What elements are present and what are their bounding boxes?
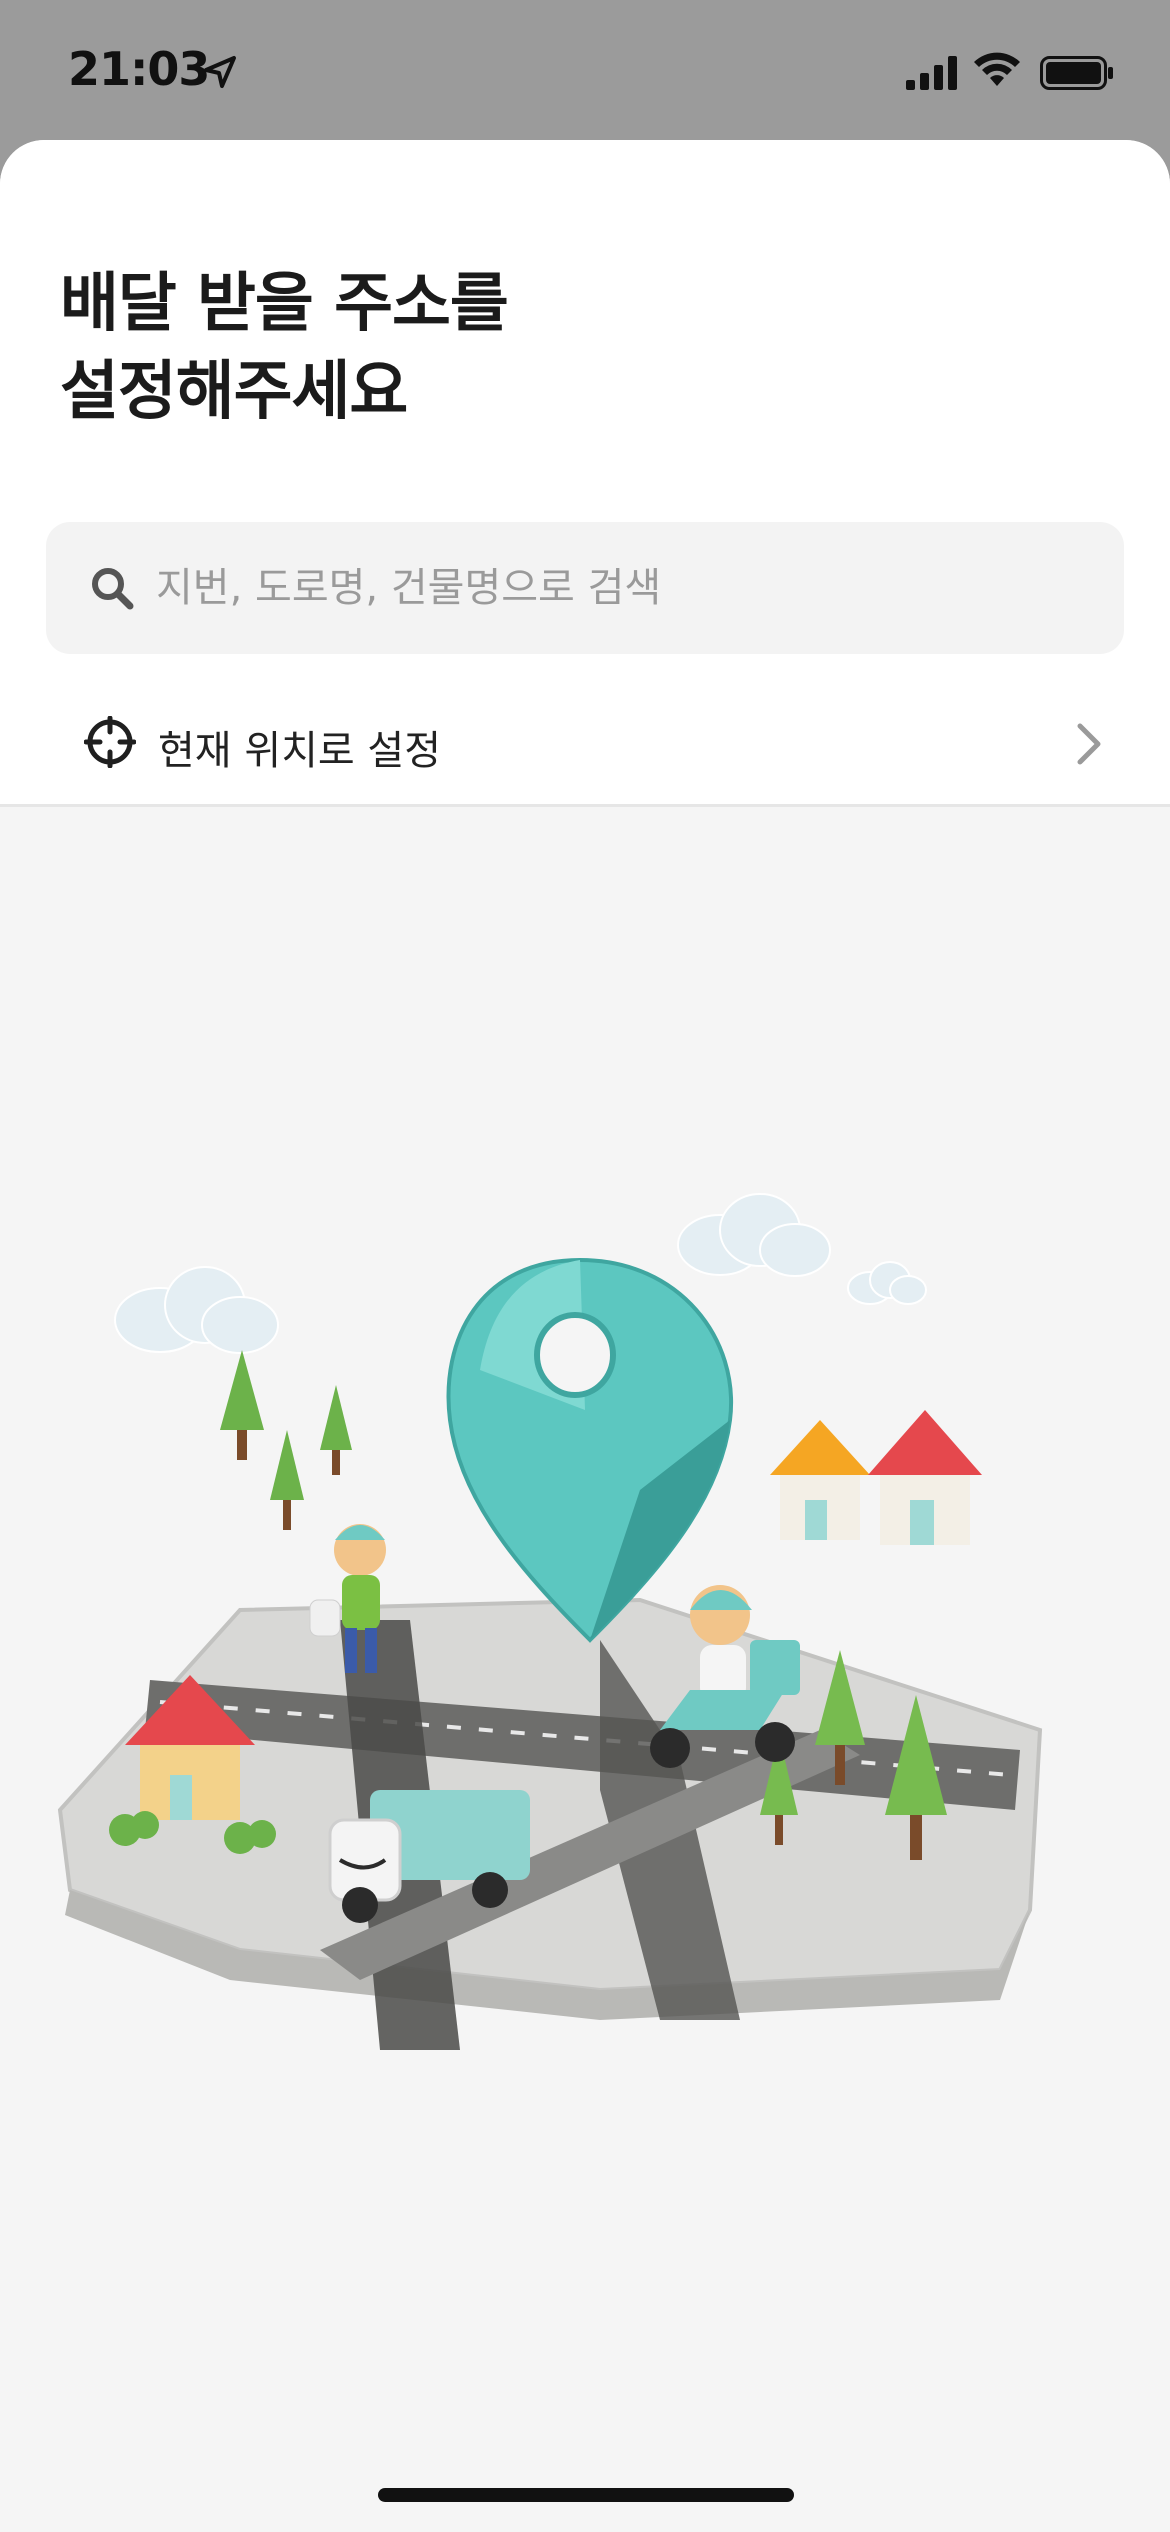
cloud-icon	[847, 1261, 927, 1305]
location-arrow-icon	[204, 56, 236, 88]
cloud-icon	[677, 1193, 831, 1277]
page-title-line-1: 배달 받을 주소를	[60, 267, 509, 341]
sheet-header-area: 배달 받을 주소를 설정해주세요 현재 위치로 설정	[0, 140, 1170, 807]
current-location-button[interactable]: 현재 위치로 설정	[0, 680, 1170, 804]
crosshair-icon	[84, 716, 136, 768]
status-time: 21:03	[68, 42, 210, 96]
tree-icon	[220, 1350, 264, 1460]
delivery-town-illustration	[57, 1193, 1043, 2050]
page-title: 배달 받을 주소를 설정해주세요	[60, 260, 509, 436]
house-icon	[868, 1410, 982, 1545]
search-input[interactable]	[156, 522, 1096, 654]
cloud-icon	[114, 1266, 279, 1354]
search-icon	[92, 568, 134, 610]
signal-icon	[906, 56, 957, 90]
address-sheet: 배달 받을 주소를 설정해주세요 현재 위치로 설정	[0, 140, 1170, 2532]
house-icon	[770, 1420, 870, 1540]
chevron-right-icon	[1077, 723, 1101, 765]
current-location-label: 현재 위치로 설정	[158, 728, 442, 774]
location-pin-icon	[446, 1257, 734, 1643]
battery-icon	[1040, 56, 1113, 90]
status-bar: 21:03	[0, 0, 1170, 140]
page-title-line-2: 설정해주세요	[60, 355, 408, 429]
search-box[interactable]	[46, 522, 1124, 654]
home-indicator[interactable]	[378, 2488, 794, 2502]
tree-icon	[270, 1430, 304, 1530]
wifi-icon	[974, 52, 1020, 86]
tree-icon	[320, 1385, 352, 1475]
